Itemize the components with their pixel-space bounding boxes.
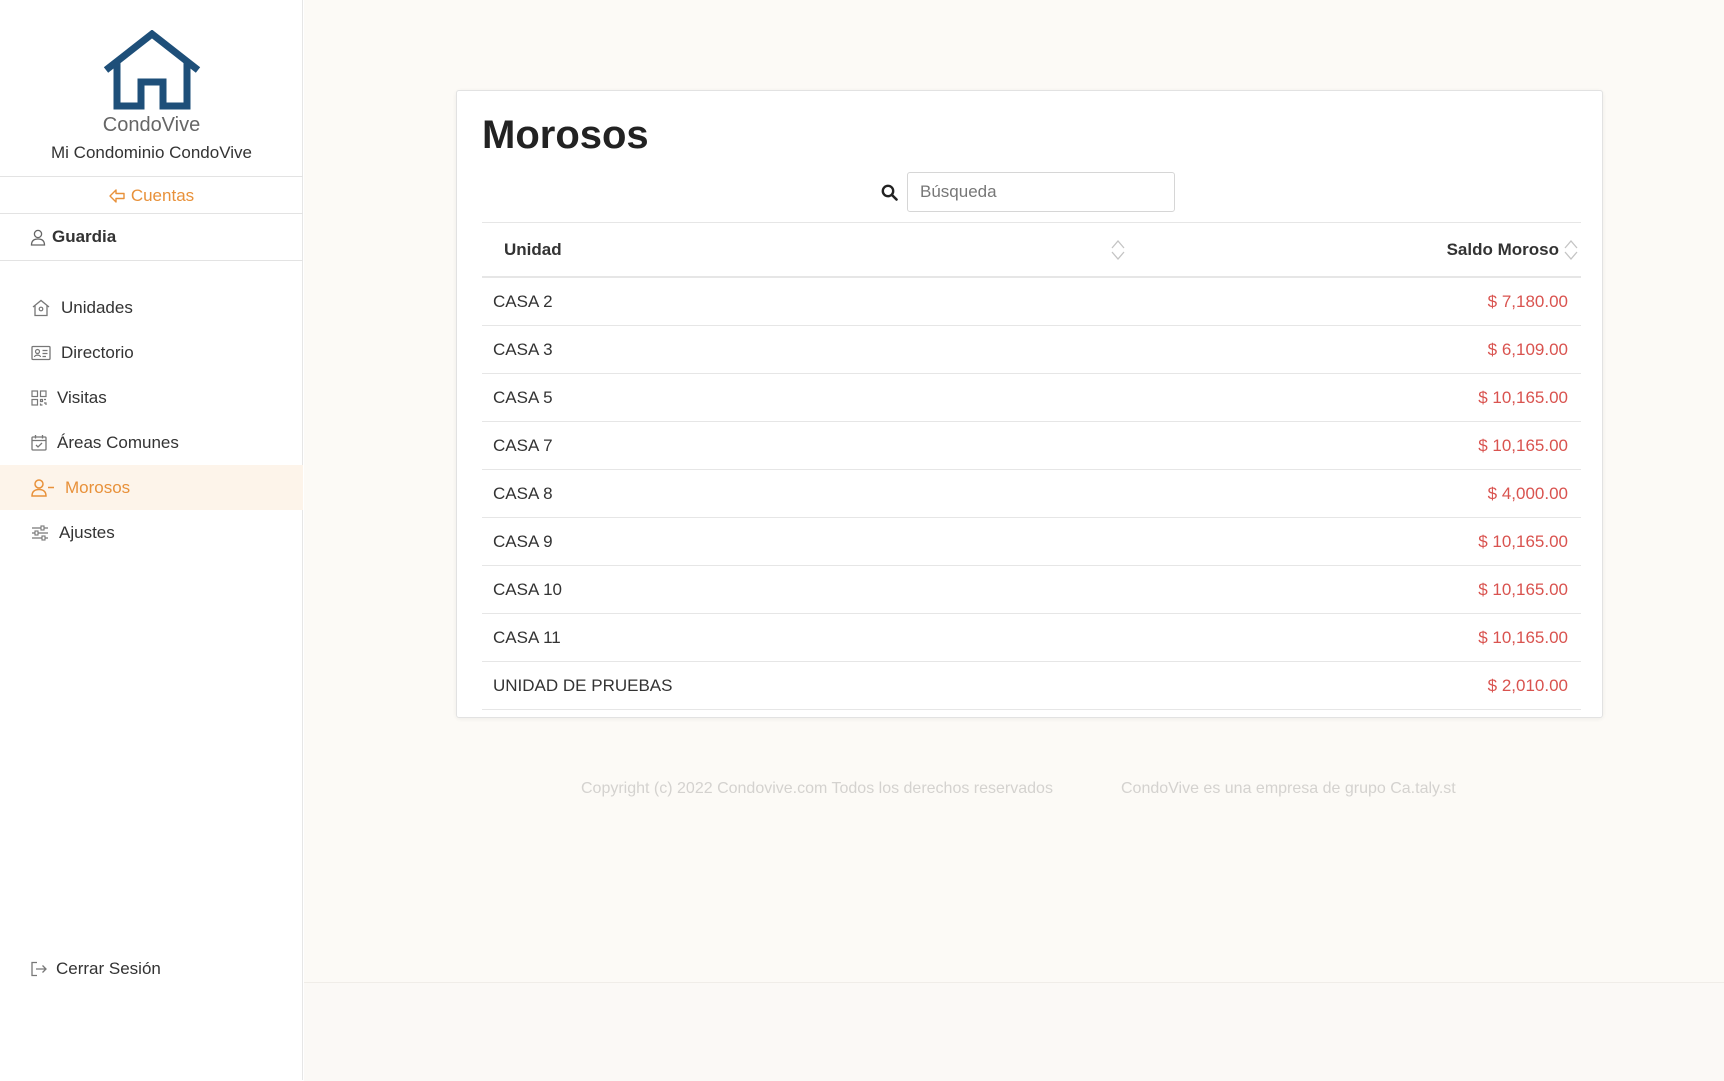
user-icon: [30, 229, 46, 246]
sidebar-item-visitas[interactable]: Visitas: [0, 375, 303, 420]
accounts-label: Cuentas: [130, 185, 195, 205]
search-bar: [881, 172, 1175, 212]
logout-button[interactable]: Cerrar Sesión: [30, 956, 161, 982]
sidebar-item-label: Directorio: [61, 342, 134, 362]
unidad-cell: CASA 10: [482, 565, 1126, 614]
table-row[interactable]: UNIDAD DE PRUEBAS $ 2,010.00: [482, 661, 1581, 710]
id-card-icon: [31, 345, 51, 360]
copyright-text: Copyright (c) 2022 Condovive.com Todos l…: [581, 780, 1053, 797]
column-header-unidad[interactable]: Unidad: [482, 222, 1126, 278]
logout-label: Cerrar Sesión: [56, 959, 161, 978]
sort-icon[interactable]: [1563, 239, 1579, 261]
saldo-cell: $ 10,165.00: [1125, 613, 1581, 662]
morosos-card: Morosos Unidad Saldo Moros: [456, 90, 1603, 718]
unidad-cell: UNIDAD DE PRUEBAS: [482, 661, 1126, 710]
back-arrow-icon: [109, 188, 125, 203]
saldo-cell: $ 10,165.00: [1125, 565, 1581, 614]
sort-icon[interactable]: [1110, 239, 1126, 261]
saldo-cell: $ 7,180.00: [1125, 277, 1581, 326]
table-header-row: Unidad Saldo Moroso: [482, 222, 1581, 278]
sliders-icon: [32, 524, 48, 541]
accounts-link[interactable]: Cuentas: [0, 178, 303, 213]
table-row[interactable]: CASA 7 $ 10,165.00: [482, 421, 1581, 470]
sidebar-nav: Unidades Directorio Visitas Áreas Comune…: [0, 285, 303, 555]
saldo-cell: $ 6,109.00: [1125, 325, 1581, 374]
current-user: Guardia: [30, 214, 290, 260]
sidebar-item-unidades[interactable]: Unidades: [0, 285, 303, 330]
table-row[interactable]: CASA 10 $ 10,165.00: [482, 565, 1581, 614]
sidebar-item-label: Unidades: [61, 297, 133, 317]
brand-name: CondoVive: [102, 114, 201, 136]
qr-code-icon: [31, 389, 47, 406]
table-row[interactable]: CASA 9 $ 10,165.00: [482, 517, 1581, 566]
sidebar-item-areas-comunes[interactable]: Áreas Comunes: [0, 420, 303, 465]
column-header-saldo-moroso[interactable]: Saldo Moroso: [1125, 222, 1581, 278]
sidebar-item-label: Ajustes: [59, 522, 115, 542]
brand-block: CondoVive Mi Condominio CondoVive: [0, 30, 303, 163]
column-header-label: Saldo Moroso: [1446, 239, 1559, 259]
saldo-cell: $ 10,165.00: [1125, 517, 1581, 566]
unidad-cell: CASA 9: [482, 517, 1126, 566]
table-row[interactable]: CASA 5 $ 10,165.00: [482, 373, 1581, 422]
unidad-cell: CASA 7: [482, 421, 1126, 470]
company-text: CondoVive es una empresa de grupo Ca.tal…: [1121, 780, 1456, 797]
footer-band: [304, 982, 1724, 1081]
sidebar-item-label: Morosos: [65, 477, 131, 497]
divider: [0, 176, 303, 177]
page-title: Morosos: [482, 113, 649, 157]
home-icon: [32, 299, 50, 316]
calendar-check-icon: [31, 435, 47, 451]
saldo-cell: $ 4,000.00: [1125, 469, 1581, 518]
sidebar-item-directorio[interactable]: Directorio: [0, 330, 303, 375]
morosos-table: Unidad Saldo Moroso CASA 2 $ 7,180.00 CA…: [482, 222, 1581, 710]
sidebar: CondoVive Mi Condominio CondoVive Cuenta…: [0, 0, 303, 1080]
saldo-cell: $ 2,010.00: [1125, 661, 1581, 710]
sidebar-item-label: Visitas: [57, 387, 107, 407]
table-row[interactable]: CASA 8 $ 4,000.00: [482, 469, 1581, 518]
column-header-label: Unidad: [504, 239, 562, 259]
condominium-name: Mi Condominio CondoVive: [51, 143, 252, 162]
sidebar-item-ajustes[interactable]: Ajustes: [0, 510, 303, 555]
house-logo-icon: [103, 30, 200, 110]
table-row[interactable]: CASA 2 $ 7,180.00: [482, 277, 1581, 326]
table-row[interactable]: CASA 3 $ 6,109.00: [482, 325, 1581, 374]
user-name: Guardia: [52, 227, 117, 246]
sidebar-item-morosos[interactable]: Morosos: [0, 465, 303, 510]
logout-icon: [31, 961, 47, 977]
unidad-cell: CASA 3: [482, 325, 1126, 374]
sidebar-item-label: Áreas Comunes: [57, 432, 179, 452]
saldo-cell: $ 10,165.00: [1125, 421, 1581, 470]
unidad-cell: CASA 2: [482, 277, 1126, 326]
search-icon: [881, 184, 898, 201]
unidad-cell: CASA 11: [482, 613, 1126, 662]
unidad-cell: CASA 5: [482, 373, 1126, 422]
user-minus-icon: [31, 478, 54, 497]
unidad-cell: CASA 8: [482, 469, 1126, 518]
divider: [0, 260, 303, 261]
saldo-cell: $ 10,165.00: [1125, 373, 1581, 422]
table-row[interactable]: CASA 11 $ 10,165.00: [482, 613, 1581, 662]
search-input[interactable]: [907, 172, 1175, 212]
